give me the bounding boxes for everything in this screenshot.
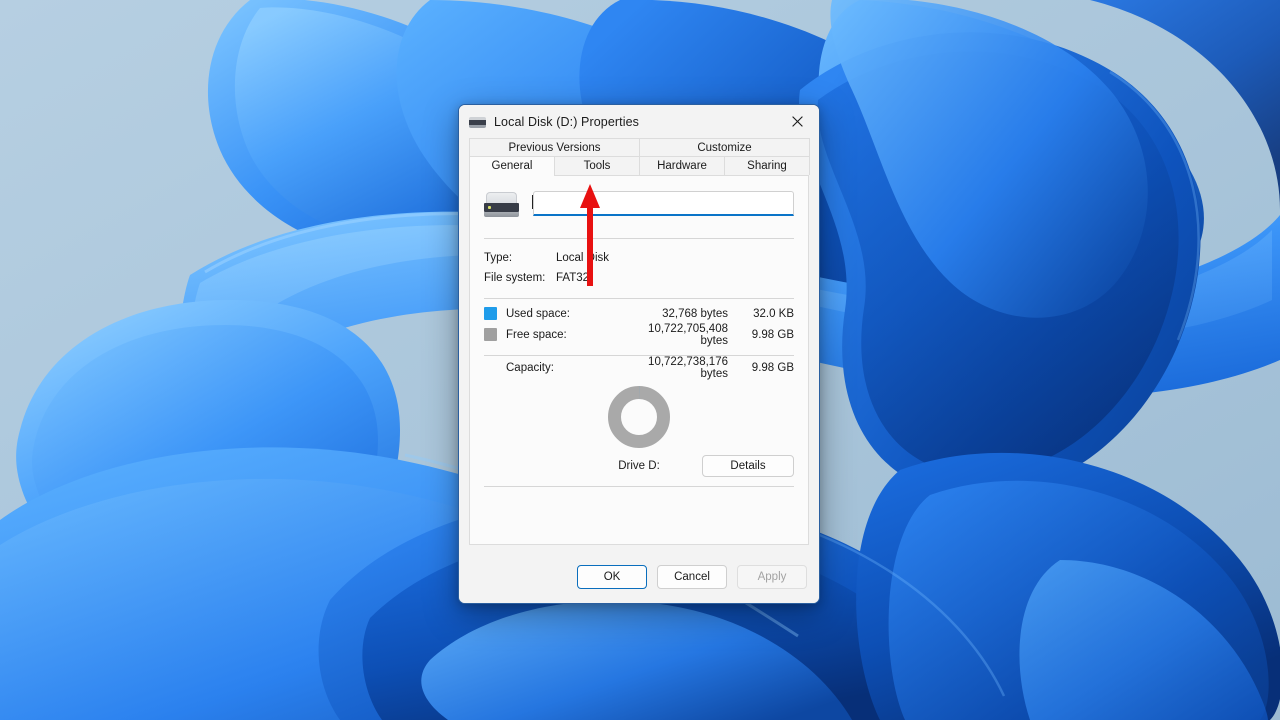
drive-label: Drive D: — [618, 460, 660, 472]
space-row-used: Used space: 32,768 bytes 32.0 KB — [484, 303, 794, 324]
tab-hardware[interactable]: Hardware — [639, 156, 725, 175]
info-label: Type: — [484, 252, 556, 264]
volume-name-input[interactable] — [533, 191, 794, 216]
space-label: Free space: — [506, 329, 631, 341]
capacity-label: Capacity: — [506, 362, 631, 374]
disk-drive-icon — [469, 115, 486, 129]
tab-page-general: Type: Local Disk File system: FAT32 Used… — [469, 175, 809, 545]
tab-label: Customize — [697, 142, 751, 154]
text-cursor — [532, 195, 533, 209]
capacity-row: Capacity: 10,722,738,176 bytes 9.98 GB — [484, 356, 794, 378]
used-space-swatch — [484, 307, 497, 320]
apply-button: Apply — [737, 565, 807, 589]
info-label: File system: — [484, 272, 556, 284]
info-value: Local Disk — [556, 252, 609, 264]
space-short: 9.98 GB — [738, 329, 794, 341]
dialog-body: Previous Versions Customize General Tool… — [459, 138, 819, 555]
space-bytes: 32,768 bytes — [631, 308, 738, 320]
tab-strip: Previous Versions Customize General Tool… — [469, 138, 809, 175]
capacity-short: 9.98 GB — [738, 362, 794, 374]
space-usage-list: Used space: 32,768 bytes 32.0 KB Free sp… — [484, 299, 794, 345]
info-row-file-system: File system: FAT32 — [484, 268, 794, 288]
ok-button[interactable]: OK — [577, 565, 647, 589]
tab-previous-versions[interactable]: Previous Versions — [469, 138, 640, 156]
tab-label: Hardware — [657, 160, 707, 172]
chart-footer: Drive D: Details — [484, 455, 794, 477]
tab-row-bottom: General Tools Hardware Sharing — [469, 156, 809, 175]
dialog-titlebar[interactable]: Local Disk (D:) Properties — [459, 105, 819, 138]
cancel-button[interactable]: Cancel — [657, 565, 727, 589]
dialog-title: Local Disk (D:) Properties — [494, 115, 639, 129]
tab-label: General — [492, 160, 533, 172]
tab-general[interactable]: General — [469, 156, 555, 175]
dialog-footer: OK Cancel Apply — [459, 555, 819, 603]
properties-dialog: Local Disk (D:) Properties Previous Vers… — [458, 104, 820, 604]
space-short: 32.0 KB — [738, 308, 794, 320]
disk-usage-donut — [608, 386, 670, 448]
disk-drive-icon — [484, 192, 519, 218]
tab-row-top: Previous Versions Customize — [469, 138, 809, 156]
space-row-free: Free space: 10,722,705,408 bytes 9.98 GB — [484, 324, 794, 345]
capacity-bytes: 10,722,738,176 bytes — [631, 356, 738, 380]
info-value: FAT32 — [556, 272, 589, 284]
volume-name-field-wrap — [533, 191, 794, 216]
info-row-type: Type: Local Disk — [484, 248, 794, 268]
space-label: Used space: — [506, 308, 631, 320]
drive-info-list: Type: Local Disk File system: FAT32 — [484, 239, 794, 288]
tab-tools[interactable]: Tools — [554, 156, 640, 175]
tab-label: Tools — [584, 160, 611, 172]
tab-label: Sharing — [747, 160, 787, 172]
tab-sharing[interactable]: Sharing — [724, 156, 810, 175]
tab-label: Previous Versions — [508, 142, 600, 154]
divider — [484, 486, 794, 487]
disk-usage-chart: Drive D: Details — [484, 378, 794, 477]
volume-name-row — [484, 190, 794, 228]
free-space-swatch — [484, 328, 497, 341]
space-bytes: 10,722,705,408 bytes — [631, 323, 738, 347]
tab-customize[interactable]: Customize — [639, 138, 810, 156]
details-button[interactable]: Details — [702, 455, 794, 477]
close-icon[interactable] — [775, 105, 819, 137]
